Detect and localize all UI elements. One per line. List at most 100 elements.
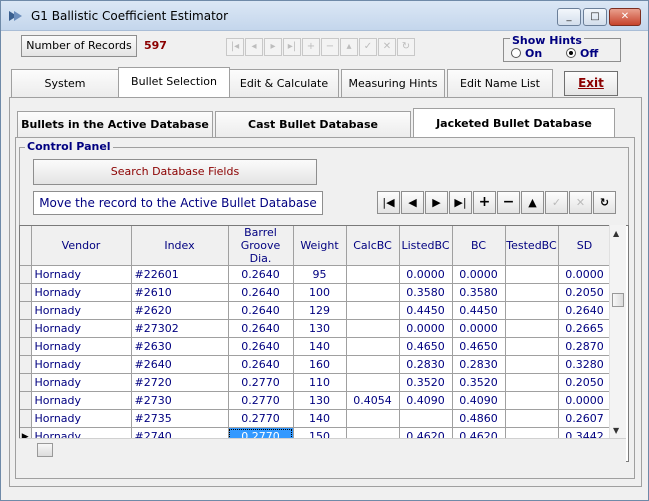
table-cell[interactable]: 0.3280 (558, 355, 612, 374)
column-header[interactable]: SD (558, 226, 612, 266)
tab-jacketed-bullet-database[interactable]: Jacketed Bullet Database (413, 108, 615, 138)
table-cell[interactable]: 0.3580 (452, 283, 506, 302)
tab-edit-name-list[interactable]: Edit Name List (447, 69, 553, 97)
next-record-icon[interactable]: ▶ (425, 191, 448, 214)
tab-edit-calculate[interactable]: Edit & Calculate B.C. (229, 69, 339, 118)
table-cell[interactable]: 0.3520 (399, 373, 453, 392)
radio-selected-icon[interactable] (566, 48, 576, 58)
row-indicator[interactable] (20, 355, 32, 374)
table-cell[interactable]: Hornady (31, 337, 132, 356)
tab-active-database[interactable]: Bullets in the Active Database (17, 111, 213, 137)
table-row[interactable]: Hornady #22601 0.2640 95 0.0000 0.0000 0.0000 (20, 265, 612, 284)
edit-record-icon[interactable]: ▲ (521, 191, 544, 214)
prior-record-icon[interactable]: ◀ (401, 191, 424, 214)
row-indicator[interactable] (20, 409, 32, 428)
table-cell[interactable]: 0.0000 (399, 319, 453, 338)
table-cell[interactable]: 0.2640 (228, 319, 294, 338)
table-cell[interactable]: 130 (293, 391, 347, 410)
table-cell[interactable]: #2640 (131, 355, 229, 374)
table-cell[interactable]: 0.2050 (558, 283, 612, 302)
row-indicator[interactable] (20, 301, 32, 320)
table-cell[interactable]: 0.4450 (452, 301, 506, 320)
table-cell[interactable]: 110 (293, 373, 347, 392)
table-cell[interactable]: #2735 (131, 409, 229, 428)
table-cell[interactable]: #27302 (131, 319, 229, 338)
table-cell[interactable]: 0.4650 (399, 337, 453, 356)
table-cell[interactable]: 140 (293, 409, 347, 428)
horizontal-scrollbar[interactable] (19, 438, 626, 462)
row-indicator[interactable] (20, 265, 32, 284)
table-cell[interactable]: #2730 (131, 391, 229, 410)
table-cell[interactable]: 0.2607 (558, 409, 612, 428)
table-cell[interactable]: 0.0000 (452, 319, 506, 338)
vertical-scroll-thumb[interactable] (612, 293, 624, 307)
table-cell[interactable]: Hornady (31, 373, 132, 392)
tab-system[interactable]: System (11, 69, 119, 97)
column-header[interactable]: TestedBC (505, 226, 559, 266)
cancel-edit-icon[interactable]: ✕ (569, 191, 592, 214)
column-header[interactable]: BC (452, 226, 506, 266)
table-cell[interactable]: 160 (293, 355, 347, 374)
table-cell[interactable]: 129 (293, 301, 347, 320)
table-cell[interactable]: Hornady (31, 301, 132, 320)
table-cell[interactable]: 0.2770 (228, 391, 294, 410)
column-header[interactable]: Barrel Groove Dia. (228, 226, 294, 266)
table-cell[interactable] (505, 265, 559, 284)
table-cell[interactable] (505, 391, 559, 410)
table-cell[interactable]: 0.2640 (228, 283, 294, 302)
number-of-records-button[interactable]: Number of Records (21, 35, 137, 57)
table-cell[interactable]: 0.4650 (452, 337, 506, 356)
table-cell[interactable]: 0.0000 (558, 265, 612, 284)
delete-record-icon[interactable]: − (497, 191, 520, 214)
insert-record-icon[interactable]: + (473, 191, 496, 214)
table-cell[interactable]: 95 (293, 265, 347, 284)
table-cell[interactable]: #2720 (131, 373, 229, 392)
table-cell[interactable]: Hornady (31, 319, 132, 338)
tab-bullet-selection[interactable]: Bullet Selection (118, 67, 230, 97)
hints-off-option[interactable]: Off (566, 47, 598, 60)
table-cell[interactable]: 0.0000 (558, 391, 612, 410)
table-cell[interactable]: Hornady (31, 409, 132, 428)
table-cell[interactable]: 0.4450 (399, 301, 453, 320)
tab-measuring-hints[interactable]: Measuring Hints (341, 69, 445, 97)
horizontal-scroll-thumb[interactable] (37, 443, 53, 457)
column-header[interactable]: Weight (293, 226, 347, 266)
table-cell[interactable]: Hornady (31, 355, 132, 374)
table-cell[interactable]: Hornady (31, 265, 132, 284)
table-cell[interactable] (505, 337, 559, 356)
bullet-data-grid[interactable]: Vendor Index Barrel Groove Dia. Weight C… (19, 225, 629, 462)
table-row[interactable]: Hornady #2730 0.2770 130 0.4054 0.4090 0.4090 0… (20, 391, 612, 410)
last-record-icon[interactable]: ▶| (449, 191, 472, 214)
table-cell[interactable]: #2620 (131, 301, 229, 320)
table-cell[interactable] (346, 373, 400, 392)
table-cell[interactable]: 140 (293, 337, 347, 356)
maximize-button[interactable]: □ (583, 8, 607, 26)
table-cell[interactable]: 0.4860 (452, 409, 506, 428)
table-cell[interactable]: 0.2770 (228, 409, 294, 428)
table-cell[interactable]: 0.2640 (558, 301, 612, 320)
table-cell[interactable]: 0.3520 (452, 373, 506, 392)
row-indicator[interactable] (20, 283, 32, 302)
table-cell[interactable]: 0.0000 (399, 265, 453, 284)
table-row[interactable]: Hornady #2735 0.2770 140 0.4860 0.2607 (20, 409, 612, 428)
table-row[interactable]: Hornady #2720 0.2770 110 0.3520 0.3520 0.2050 (20, 373, 612, 392)
table-cell[interactable]: 0.4054 (346, 391, 400, 410)
column-header[interactable]: Index (131, 226, 229, 266)
table-cell[interactable]: 130 (293, 319, 347, 338)
table-cell[interactable]: #22601 (131, 265, 229, 284)
scroll-down-icon[interactable]: ▼ (613, 426, 619, 435)
table-cell[interactable]: #2630 (131, 337, 229, 356)
table-cell[interactable] (505, 373, 559, 392)
table-cell[interactable]: 0.4090 (452, 391, 506, 410)
refresh-data-icon[interactable]: ↻ (593, 191, 616, 214)
radio-icon[interactable] (511, 48, 521, 58)
table-cell[interactable]: 0.4090 (399, 391, 453, 410)
row-indicator[interactable] (20, 337, 32, 356)
search-database-button[interactable]: Search Database Fields (33, 159, 317, 185)
table-cell[interactable]: 0.2830 (452, 355, 506, 374)
column-header[interactable]: CalcBC (346, 226, 400, 266)
table-cell[interactable]: 0.2050 (558, 373, 612, 392)
table-cell[interactable]: Hornady (31, 391, 132, 410)
table-cell[interactable] (505, 409, 559, 428)
minimize-button[interactable]: _ (557, 8, 581, 26)
